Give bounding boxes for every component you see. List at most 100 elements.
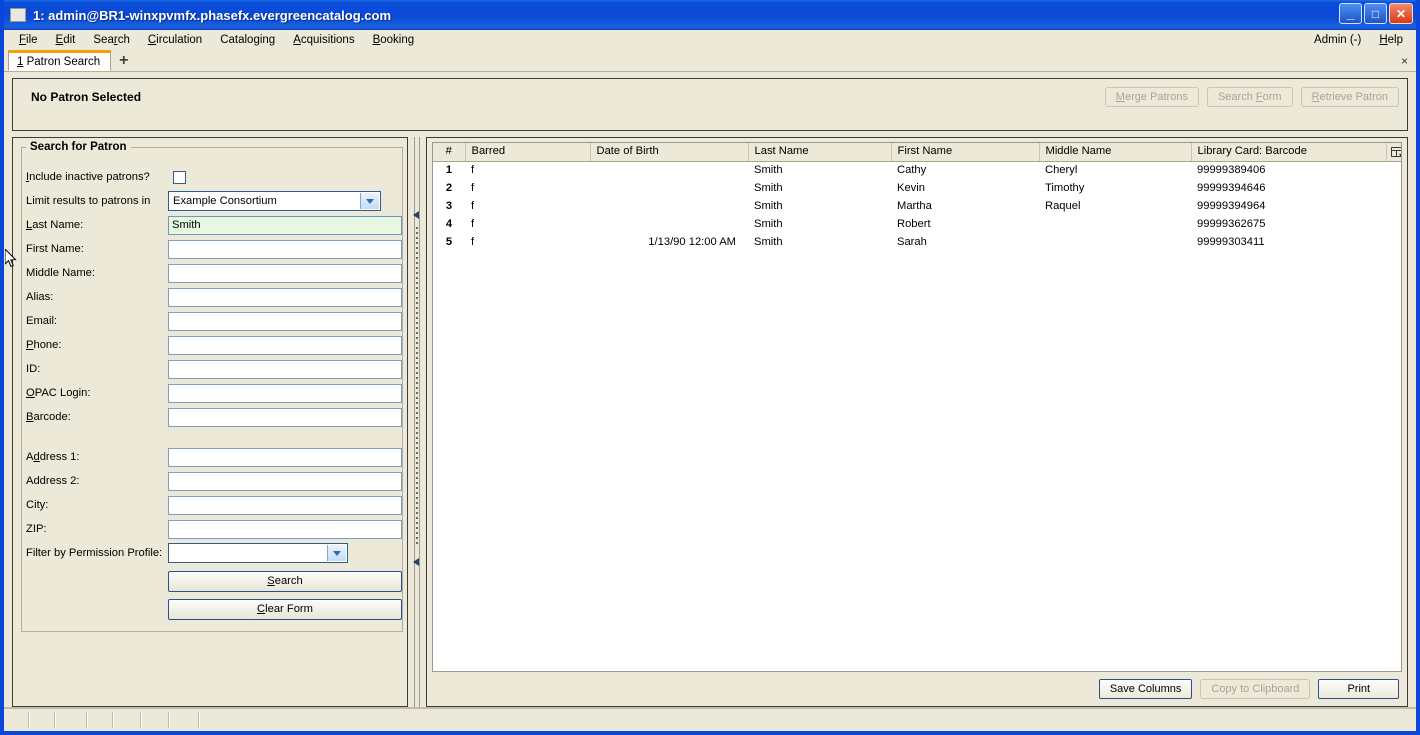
column-header-first-name[interactable]: First Name — [891, 143, 1040, 162]
results-grid-wrapper: # Barred Date of Birth Last Name First N… — [432, 142, 1403, 672]
results-table-header: # Barred Date of Birth Last Name First N… — [433, 143, 1402, 162]
field-row-id: ID: — [22, 357, 402, 381]
status-segment — [56, 712, 88, 728]
cell-last-name: Smith — [748, 161, 891, 179]
label-limit-results: Limit results to patrons in — [26, 195, 151, 207]
column-header-library-card-barcode[interactable]: Library Card: Barcode — [1191, 143, 1387, 162]
field-row-limit-results: Limit results to patrons in Example Cons… — [22, 189, 402, 213]
cell-barcode: 99999394964 — [1191, 197, 1386, 215]
menu-cataloging[interactable]: Cataloging — [211, 32, 284, 48]
label-opac-login: OPAC Login: — [26, 387, 91, 399]
minimize-icon: _ — [1346, 5, 1355, 21]
zip-input[interactable] — [168, 519, 402, 539]
copy-to-clipboard-button[interactable]: Copy to Clipboard — [1200, 679, 1311, 699]
limit-results-select[interactable]: Example Consortium — [168, 191, 381, 211]
results-panel: # Barred Date of Birth Last Name First N… — [426, 137, 1409, 707]
limit-results-value: Example Consortium — [173, 195, 277, 207]
field-row-email: Email: — [22, 309, 402, 333]
column-header-barred[interactable]: Barred — [465, 143, 591, 162]
menu-help[interactable]: Help — [1370, 32, 1412, 48]
email-input[interactable] — [168, 311, 402, 331]
field-row-zip: ZIP: — [22, 517, 402, 541]
label-phone: Phone: — [26, 339, 62, 351]
splitter-collapse-up-icon[interactable] — [413, 209, 422, 219]
search-button[interactable]: Search — [168, 570, 402, 592]
clear-form-button[interactable]: Clear Form — [168, 598, 402, 620]
maximize-button[interactable]: □ — [1364, 3, 1387, 24]
cell-picker-filler — [1386, 233, 1402, 251]
barcode-input[interactable] — [168, 407, 402, 427]
label-city: City: — [26, 499, 49, 511]
cell-picker-filler — [1386, 161, 1402, 179]
field-row-address2: Address 2: — [22, 469, 402, 493]
cell-barred: f — [465, 197, 590, 215]
close-button[interactable]: ✕ — [1389, 3, 1413, 24]
column-picker-icon — [1391, 146, 1402, 157]
column-header-middle-name[interactable]: Middle Name — [1039, 143, 1192, 162]
field-row-search-button: Search — [22, 569, 402, 593]
menu-circulation[interactable]: Circulation — [139, 32, 211, 48]
column-header-number[interactable]: # — [433, 143, 466, 162]
menu-search[interactable]: Search — [84, 32, 138, 48]
permission-profile-select[interactable] — [168, 543, 348, 563]
label-zip: ZIP: — [26, 523, 47, 535]
cell-number: 3 — [433, 197, 465, 215]
cell-barcode: 99999389406 — [1191, 161, 1386, 179]
field-row-alias: Alias: — [22, 285, 402, 309]
search-panel: Search for Patron Include inactive patro… — [12, 137, 408, 707]
table-row[interactable]: 4 f Smith Robert 99999362675 — [433, 215, 1402, 233]
id-input[interactable] — [168, 359, 402, 379]
table-row[interactable]: 2 f Smith Kevin Timothy 99999394646 — [433, 179, 1402, 197]
menu-booking[interactable]: Booking — [364, 32, 424, 48]
phone-input[interactable] — [168, 335, 402, 355]
label-middle-name: Middle Name: — [26, 267, 96, 279]
column-header-last-name[interactable]: Last Name — [748, 143, 892, 162]
cell-date-of-birth — [590, 161, 748, 179]
menu-edit[interactable]: Edit — [47, 32, 85, 48]
cell-barcode: 99999394646 — [1191, 179, 1386, 197]
cell-number: 1 — [433, 161, 465, 179]
retrieve-patron-button[interactable]: Retrieve Patron — [1300, 87, 1399, 107]
field-row-address1: Address 1: — [22, 445, 402, 469]
merge-patrons-button[interactable]: Merge Patrons — [1104, 87, 1199, 107]
close-tab-icon[interactable]: × — [1401, 54, 1408, 68]
label-address2: Address 2: — [26, 475, 80, 487]
panel-splitter[interactable] — [408, 137, 426, 707]
results-table-body: 1 f Smith Cathy Cheryl 99999389406 2 f S… — [433, 161, 1402, 251]
address1-input[interactable] — [168, 447, 402, 467]
first-name-input[interactable] — [168, 239, 402, 259]
cell-number: 5 — [433, 233, 465, 251]
window-title: 1: admin@BR1-winxpvmfx.phasefx.evergreen… — [33, 7, 392, 23]
table-row[interactable]: 5 f 1/13/90 12:00 AM Smith Sarah 9999930… — [433, 233, 1402, 251]
table-row[interactable]: 3 f Smith Martha Raquel 99999394964 — [433, 197, 1402, 215]
middle-name-input[interactable] — [168, 263, 402, 283]
opac-login-input[interactable] — [168, 383, 402, 403]
last-name-input[interactable] — [168, 215, 402, 235]
field-row-spacer — [22, 429, 402, 445]
save-columns-button[interactable]: Save Columns — [1098, 679, 1193, 699]
field-row-opac-login: OPAC Login: — [22, 381, 402, 405]
search-fieldset-legend: Search for Patron — [30, 141, 127, 153]
include-inactive-checkbox[interactable] — [173, 170, 186, 184]
column-picker-button[interactable] — [1386, 143, 1402, 162]
cell-barred: f — [465, 161, 590, 179]
menu-acquisitions[interactable]: Acquisitions — [284, 32, 363, 48]
address2-input[interactable] — [168, 471, 402, 491]
cell-picker-filler — [1386, 197, 1402, 215]
patron-summary-header: No Patron Selected Merge Patrons Search … — [12, 78, 1408, 131]
minimize-button[interactable]: _ — [1339, 3, 1362, 24]
new-tab-button[interactable]: + — [119, 53, 128, 69]
table-row[interactable]: 1 f Smith Cathy Cheryl 99999389406 — [433, 161, 1402, 179]
menu-file[interactable]: File — [10, 32, 47, 48]
splitter-collapse-down-icon[interactable] — [413, 556, 422, 566]
city-input[interactable] — [168, 495, 402, 515]
tab-patron-search[interactable]: 1 Patron Search — [8, 50, 112, 71]
alias-input[interactable] — [168, 287, 402, 307]
field-row-phone: Phone: — [22, 333, 402, 357]
search-form-button[interactable]: Search Form — [1206, 87, 1293, 107]
print-button[interactable]: Print — [1318, 679, 1400, 699]
menu-admin[interactable]: Admin (-) — [1305, 32, 1370, 48]
column-header-date-of-birth[interactable]: Date of Birth — [590, 143, 749, 162]
label-id: ID: — [26, 363, 41, 375]
label-address1: Address 1: — [26, 451, 80, 463]
